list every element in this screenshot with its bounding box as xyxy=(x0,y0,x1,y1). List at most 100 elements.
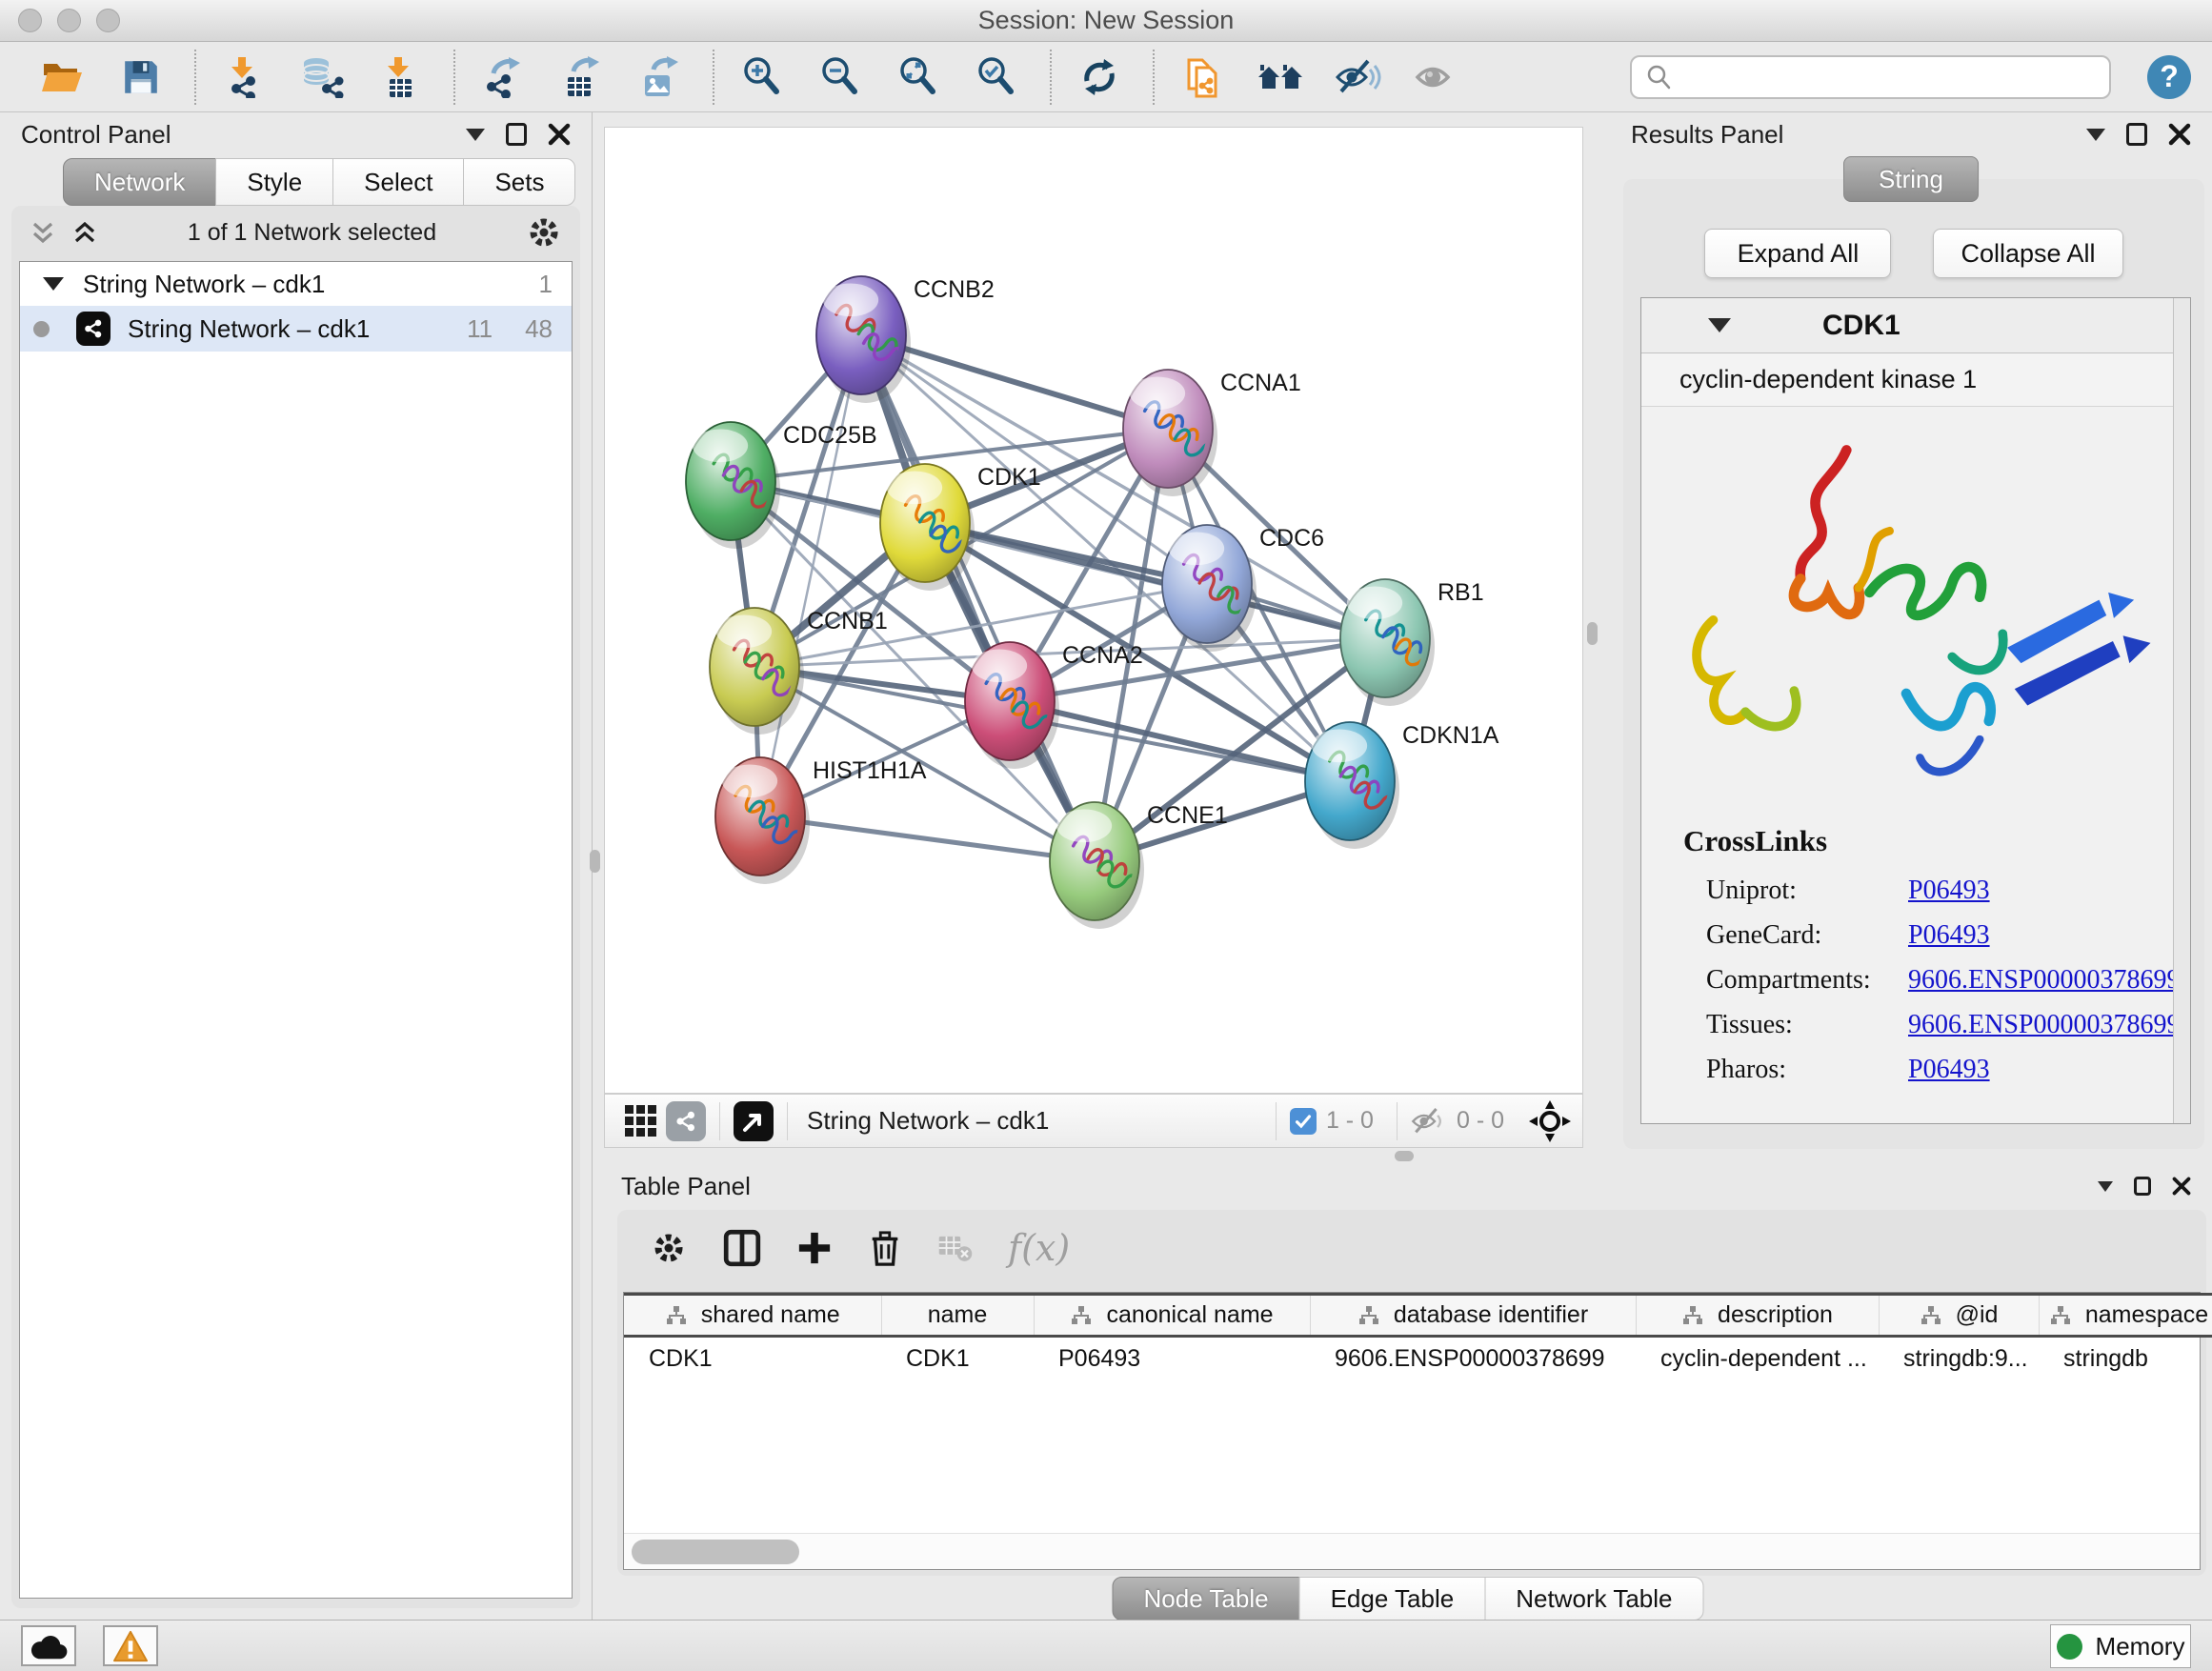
network-view-canvas[interactable]: CCNB2CCNA1CDC25BCDK1CDC6RB1CCNB1CCNA2CDK… xyxy=(604,127,1583,1094)
hide-selected-button[interactable] xyxy=(1330,48,1387,107)
cell-description[interactable]: cyclin-dependent ... xyxy=(1636,1337,1879,1380)
zoom-out-button[interactable] xyxy=(812,48,869,107)
tab-edge-table[interactable]: Edge Table xyxy=(1299,1577,1486,1621)
table-gear-icon[interactable] xyxy=(650,1229,688,1267)
function-builder-icon[interactable]: f(x) xyxy=(1008,1227,1070,1269)
cell-namespace[interactable]: stringdb xyxy=(2039,1337,2212,1380)
network-collection-row[interactable]: String Network – cdk1 1 xyxy=(20,262,572,306)
toolbar-separator xyxy=(194,50,196,105)
network-node-cdk1[interactable] xyxy=(880,464,975,591)
column-header-namespace[interactable]: namespace xyxy=(2039,1295,2212,1337)
network-graph[interactable]: CCNB2CCNA1CDC25BCDK1CDC6RB1CCNB1CCNA2CDK… xyxy=(605,128,1584,1095)
tab-network-table[interactable]: Network Table xyxy=(1484,1577,1703,1621)
network-node-ccnb2[interactable] xyxy=(816,276,911,403)
open-in-new-icon[interactable] xyxy=(734,1101,774,1141)
warning-status-button[interactable] xyxy=(103,1625,158,1666)
import-network-file-button[interactable] xyxy=(215,48,272,107)
compartments-link[interactable]: 9606.ENSP00000378699 xyxy=(1908,965,2180,996)
table-horizontal-scrollbar[interactable] xyxy=(624,1533,2200,1569)
tab-sets[interactable]: Sets xyxy=(463,158,575,206)
scrollbar-thumb[interactable] xyxy=(632,1540,799,1564)
cell-name[interactable]: CDK1 xyxy=(881,1337,1034,1380)
gene-section-header[interactable]: CDK1 xyxy=(1641,298,2190,353)
birds-eye-view-icon[interactable] xyxy=(624,1104,658,1138)
cell-canonical-name[interactable]: P06493 xyxy=(1034,1337,1310,1380)
refresh-view-button[interactable] xyxy=(1071,48,1128,107)
selected-checkbox[interactable] xyxy=(1290,1108,1317,1135)
panel-menu-icon[interactable] xyxy=(2086,129,2105,141)
bottom-splitter-handle[interactable] xyxy=(1395,1151,1414,1161)
string-copy-network-button[interactable] xyxy=(1174,48,1231,107)
cell-shared-name[interactable]: CDK1 xyxy=(624,1337,881,1380)
add-column-icon[interactable] xyxy=(796,1230,833,1266)
column-header-description[interactable]: description xyxy=(1636,1295,1879,1337)
memory-button[interactable]: Memory xyxy=(2050,1624,2191,1668)
float-panel-icon[interactable] xyxy=(2134,1177,2151,1196)
float-panel-icon[interactable] xyxy=(506,123,527,146)
column-header-canonical-name[interactable]: canonical name xyxy=(1034,1295,1310,1337)
expand-all-networks-icon[interactable] xyxy=(70,218,99,247)
zoom-in-button[interactable] xyxy=(734,48,791,107)
collapse-gene-icon[interactable] xyxy=(1708,318,1731,332)
tab-node-table[interactable]: Node Table xyxy=(1113,1577,1300,1621)
panel-menu-icon[interactable] xyxy=(2098,1181,2113,1192)
show-all-button[interactable] xyxy=(1408,48,1465,107)
open-session-button[interactable] xyxy=(34,48,91,107)
left-splitter-handle[interactable] xyxy=(590,850,600,873)
search-input[interactable] xyxy=(1681,63,2096,91)
tab-string[interactable]: String xyxy=(1843,156,1979,202)
network-node-cdc6[interactable] xyxy=(1162,525,1257,652)
zoom-fit-button[interactable] xyxy=(890,48,947,107)
collapse-all-button[interactable]: Collapse All xyxy=(1933,229,2122,278)
panel-menu-icon[interactable] xyxy=(466,129,485,141)
export-image-button[interactable] xyxy=(631,48,688,107)
network-node-ccne1[interactable] xyxy=(1050,802,1144,929)
pharos-link[interactable]: P06493 xyxy=(1908,1055,1990,1085)
uniprot-link[interactable]: P06493 xyxy=(1908,876,1990,906)
gear-icon[interactable] xyxy=(525,213,563,252)
delete-table-icon[interactable] xyxy=(937,1233,974,1263)
network-node-ccna2[interactable] xyxy=(965,642,1059,769)
svg-text:CDC6: CDC6 xyxy=(1259,525,1324,552)
export-table-button[interactable] xyxy=(553,48,610,107)
table-row[interactable]: CDK1 CDK1 P06493 9606.ENSP00000378699 cy… xyxy=(624,1337,2212,1380)
help-button[interactable]: ? xyxy=(2147,55,2191,99)
delete-column-icon[interactable] xyxy=(867,1229,903,1267)
network-node-cdkn1a[interactable] xyxy=(1305,722,1399,849)
cloud-status-button[interactable] xyxy=(21,1625,76,1666)
right-splitter-handle[interactable] xyxy=(1587,622,1598,645)
column-header-id[interactable]: @id xyxy=(1879,1295,2039,1337)
import-table-button[interactable] xyxy=(372,48,429,107)
network-row[interactable]: String Network – cdk1 1148 xyxy=(20,306,572,352)
expand-all-button[interactable]: Expand All xyxy=(1704,229,1891,278)
tab-select[interactable]: Select xyxy=(332,158,464,206)
save-session-button[interactable] xyxy=(112,48,170,107)
float-panel-icon[interactable] xyxy=(2126,123,2147,146)
export-network-button[interactable] xyxy=(474,48,532,107)
tab-style[interactable]: Style xyxy=(215,158,333,206)
collapse-triangle-icon[interactable] xyxy=(43,277,64,291)
search-field[interactable] xyxy=(1630,55,2111,99)
tissues-link[interactable]: 9606.ENSP00000378699 xyxy=(1908,1010,2180,1040)
home-networks-button[interactable] xyxy=(1252,48,1309,107)
results-scrollbar[interactable] xyxy=(2173,298,2190,1123)
crosshair-icon[interactable] xyxy=(1529,1100,1571,1142)
column-header-name[interactable]: name xyxy=(881,1295,1034,1337)
column-header-shared-name[interactable]: shared name xyxy=(624,1295,881,1337)
network-node-ccnb1[interactable] xyxy=(710,608,804,735)
network-node-rb1[interactable] xyxy=(1340,579,1435,706)
import-network-database-button[interactable] xyxy=(293,48,351,107)
close-panel-icon[interactable] xyxy=(2172,1177,2191,1196)
column-header-database-identifier[interactable]: database identifier xyxy=(1310,1295,1636,1337)
collapse-all-networks-icon[interactable] xyxy=(29,218,57,247)
zoom-selected-button[interactable] xyxy=(968,48,1025,107)
tab-network[interactable]: Network xyxy=(63,158,216,206)
close-panel-icon[interactable] xyxy=(548,123,571,146)
show-columns-icon[interactable] xyxy=(722,1228,762,1268)
close-panel-icon[interactable] xyxy=(2168,123,2191,146)
genecard-link[interactable]: P06493 xyxy=(1908,920,1990,951)
network-node-hist1h1a[interactable] xyxy=(715,757,810,884)
cell-id[interactable]: stringdb:9... xyxy=(1879,1337,2039,1380)
string-settings-icon[interactable] xyxy=(666,1101,706,1141)
cell-database-identifier[interactable]: 9606.ENSP00000378699 xyxy=(1310,1337,1636,1380)
